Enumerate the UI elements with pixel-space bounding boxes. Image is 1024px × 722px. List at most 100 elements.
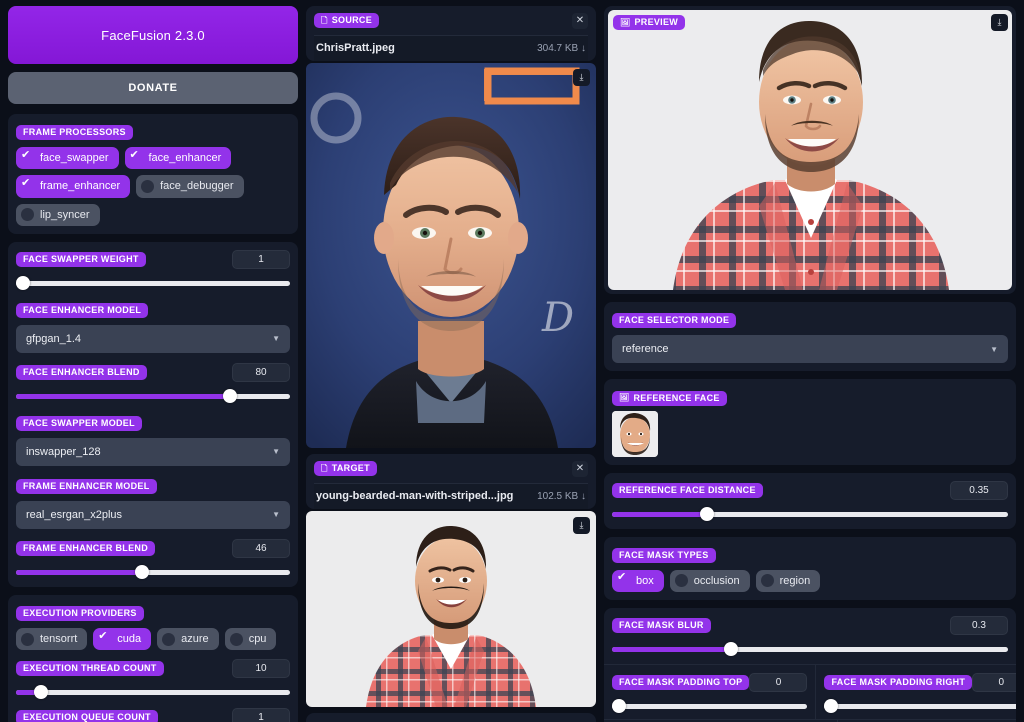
checkbox-lip-syncer[interactable]: lip_syncer — [16, 203, 100, 226]
frame-enhancer-blend-label: FRAME ENHANCER BLEND — [16, 540, 155, 556]
face-swapper-model-select[interactable]: inswapper_128 ▼ — [16, 437, 290, 466]
checkbox-tensorrt[interactable]: tensorrt — [16, 627, 88, 651]
reference-face-thumbnail[interactable] — [612, 410, 658, 457]
face-mask-padding-right-row: FACE MASK PADDING RIGHT 0 — [824, 672, 1016, 692]
checkbox-box[interactable]: box — [612, 569, 664, 592]
donate-button[interactable]: DONATE — [8, 72, 298, 104]
face-mask-types-panel: FACE MASK TYPES box occlusion region — [604, 536, 1016, 600]
target-header: 🗋 TARGET ✕ — [314, 461, 588, 477]
slider-knob[interactable] — [135, 564, 150, 579]
svg-text:D: D — [541, 295, 574, 341]
target-panel: 🗋 TARGET ✕ young-bearded-man-with-stripe… — [306, 454, 596, 509]
source-close-button[interactable]: ✕ — [572, 13, 588, 29]
target-close-button[interactable]: ✕ — [572, 461, 588, 477]
slider-knob[interactable] — [723, 641, 738, 656]
execution-thread-count-slider[interactable] — [16, 685, 290, 700]
frame-enhancer-model-label: FRAME ENHANCER MODEL — [16, 478, 157, 494]
checkbox-label: cuda — [117, 632, 142, 645]
face-swapper-model-label: FACE SWAPPER MODEL — [16, 415, 142, 431]
check-icon — [617, 572, 630, 587]
face-mask-blur-value[interactable]: 0.3 — [950, 615, 1008, 635]
face-mask-blur-section: FACE MASK BLUR 0.3 — [604, 608, 1016, 664]
checkbox-azure[interactable]: azure — [157, 627, 219, 651]
execution-queue-count-label: EXECUTION QUEUE COUNT — [16, 710, 158, 722]
checkbox-region[interactable]: region — [755, 569, 821, 592]
checkbox-occlusion[interactable]: occlusion — [669, 569, 750, 592]
circle-icon — [141, 179, 155, 193]
processor-settings-panel: FACE SWAPPER WEIGHT 1 FACE ENHANCER MODE… — [8, 241, 298, 587]
checkbox-frame-enhancer[interactable]: frame_enhancer — [16, 175, 131, 198]
face-mask-padding-right-cell: FACE MASK PADDING RIGHT 0 — [815, 664, 1016, 719]
checkbox-label: azure — [181, 632, 209, 645]
checkbox-cuda[interactable]: cuda — [93, 627, 152, 651]
source-image[interactable]: ⤓ D — [306, 63, 596, 448]
slider-track — [16, 280, 290, 286]
reference-face-panel: 🖼 REFERENCE FACE — [604, 379, 1016, 465]
execution-panel: EXECUTION PROVIDERS tensorrt cuda azure … — [8, 594, 298, 722]
target-file-size[interactable]: 102.5 KB ↓ — [537, 491, 586, 502]
face-enhancer-blend-slider[interactable] — [16, 388, 290, 403]
preview-image[interactable] — [608, 10, 1012, 290]
source-chip: 🗋 SOURCE — [314, 13, 380, 28]
image-icon: 🖼 — [620, 17, 631, 27]
frame-enhancer-blend-slider[interactable] — [16, 564, 290, 579]
face-mask-padding-top-slider[interactable] — [612, 698, 808, 713]
source-chip-label: SOURCE — [331, 15, 373, 25]
checkbox-face-swapper[interactable]: face_swapper — [16, 147, 119, 170]
frame-enhancer-model-select[interactable]: real_esrgan_x2plus ▼ — [16, 500, 290, 529]
checkbox-label: frame_enhancer — [40, 180, 121, 193]
slider-fill — [16, 569, 143, 575]
slider-knob[interactable] — [824, 698, 839, 713]
execution-thread-count-row: EXECUTION THREAD COUNT 10 — [16, 659, 290, 679]
face-mask-padding-top-value[interactable]: 0 — [749, 672, 808, 692]
file-icon: 🗋 — [321, 15, 328, 25]
circle-icon — [674, 574, 688, 588]
slider-knob[interactable] — [222, 388, 237, 403]
face-mask-blur-label: FACE MASK BLUR — [612, 617, 711, 633]
frame-processors-options: face_swapper face_enhancer frame_enhance… — [16, 147, 290, 226]
face-enhancer-model-select[interactable]: gfpgan_1.4 ▼ — [16, 324, 290, 353]
checkbox-face-enhancer[interactable]: face_enhancer — [124, 147, 232, 170]
face-mask-padding-right-value[interactable]: 0 — [972, 672, 1016, 692]
circle-icon — [21, 208, 34, 222]
check-icon — [21, 178, 34, 193]
checkbox-label: face_enhancer — [148, 152, 222, 164]
face-swapper-weight-slider[interactable] — [16, 275, 290, 290]
reference-face-distance-value[interactable]: 0.35 — [950, 480, 1008, 500]
face-selector-mode-select[interactable]: reference ▼ — [612, 335, 1008, 363]
source-file-size[interactable]: 304.7 KB ↓ — [537, 43, 586, 54]
execution-providers-options: tensorrt cuda azure cpu — [16, 627, 290, 651]
face-enhancer-blend-row: FACE ENHANCER BLEND 80 — [16, 362, 290, 382]
target-image[interactable]: ⤓ — [306, 511, 596, 707]
execution-queue-count-row: EXECUTION QUEUE COUNT 1 — [16, 708, 290, 722]
face-swapper-weight-value[interactable]: 1 — [232, 249, 290, 269]
face-mask-padding-top-label: FACE MASK PADDING TOP — [612, 674, 750, 690]
slider-knob[interactable] — [700, 506, 715, 521]
face-mask-padding-right-slider[interactable] — [824, 698, 1016, 713]
face-enhancer-blend-value[interactable]: 80 — [232, 362, 290, 382]
slider-knob[interactable] — [612, 698, 626, 713]
slider-track — [824, 703, 1016, 709]
preview-download-icon[interactable]: ⤓ — [991, 14, 1008, 31]
media-column: 🗋 SOURCE ✕ ChrisPratt.jpeg 304.7 KB ↓ ⤓ — [306, 6, 596, 722]
face-swapper-model-value: inswapper_128 — [26, 445, 101, 458]
execution-thread-count-value[interactable]: 10 — [232, 659, 290, 679]
chevron-down-icon: ▼ — [272, 334, 280, 344]
slider-knob[interactable] — [33, 685, 48, 700]
checkbox-cpu[interactable]: cpu — [224, 627, 277, 651]
image-icon: 🖼 — [619, 393, 630, 402]
reference-face-distance-slider[interactable] — [612, 506, 1008, 521]
slider-track — [16, 690, 290, 696]
execution-queue-count-value[interactable]: 1 — [232, 708, 290, 722]
app-title-banner: FaceFusion 2.3.0 — [8, 6, 298, 64]
circle-icon — [760, 574, 774, 588]
reference-face-label: REFERENCE FACE — [633, 392, 720, 403]
execution-thread-count-label: EXECUTION THREAD COUNT — [16, 661, 164, 677]
source-download-icon[interactable]: ⤓ — [573, 69, 590, 86]
checkbox-face-debugger[interactable]: face_debugger — [136, 175, 244, 198]
slider-knob[interactable] — [16, 275, 30, 290]
target-download-icon[interactable]: ⤓ — [573, 517, 590, 534]
face-mask-blur-row: FACE MASK BLUR 0.3 — [612, 615, 1008, 635]
frame-enhancer-blend-value[interactable]: 46 — [232, 538, 290, 558]
face-mask-blur-slider[interactable] — [612, 641, 1008, 656]
